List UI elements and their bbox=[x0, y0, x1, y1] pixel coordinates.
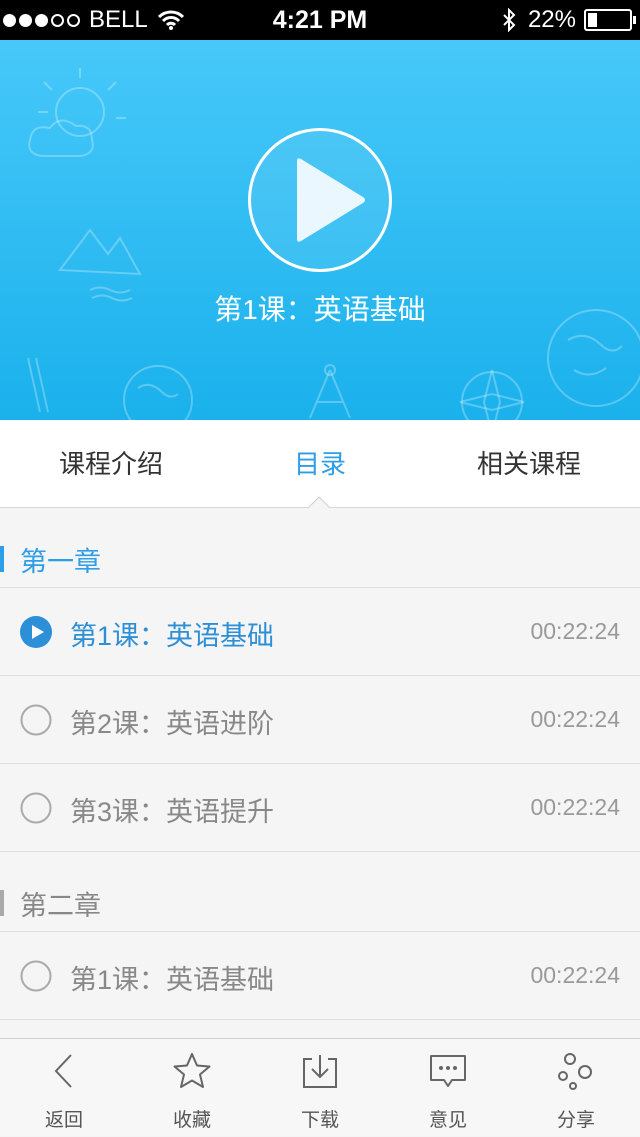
feedback-label: 意见 bbox=[428, 1110, 467, 1131]
lesson-title: 第1课：英语基础 bbox=[70, 621, 275, 651]
tab-course-intro[interactable]: 课程介绍 bbox=[0, 420, 222, 508]
chapter-title: 第二章 bbox=[20, 891, 101, 921]
tab-related-courses[interactable]: 相关课程 bbox=[418, 420, 640, 508]
lesson-duration: 00:22:24 bbox=[530, 962, 620, 988]
unplayed-circle-icon bbox=[20, 960, 52, 992]
lesson-title: 第2课：英语进阶 bbox=[70, 709, 275, 739]
download-label: 下载 bbox=[300, 1110, 339, 1131]
status-right: 22% bbox=[502, 6, 636, 34]
unplayed-circle-icon bbox=[20, 704, 52, 736]
playing-icon bbox=[20, 616, 52, 648]
lesson-duration: 00:22:24 bbox=[530, 794, 620, 820]
share-label: 分享 bbox=[556, 1110, 595, 1131]
battery-icon bbox=[584, 9, 636, 31]
lesson-item[interactable]: 第2课：英语进阶 00:22:24 bbox=[0, 676, 640, 764]
video-header: 第1课：英语基础 bbox=[0, 40, 640, 420]
feedback-button[interactable]: 意见 bbox=[384, 1039, 512, 1137]
lesson-item[interactable]: 第1课：英语基础 00:22:24 bbox=[0, 588, 640, 676]
play-video-button[interactable] bbox=[248, 128, 392, 272]
lesson-title: 第3课：英语提升 bbox=[70, 797, 275, 827]
lesson-title: 第1课：英语基础 bbox=[70, 965, 275, 995]
battery-percent: 22% bbox=[527, 6, 576, 33]
lesson-duration: 00:22:24 bbox=[530, 706, 620, 732]
favorite-button[interactable]: 收藏 bbox=[128, 1039, 256, 1137]
back-button[interactable]: 返回 bbox=[0, 1039, 128, 1137]
lesson-item[interactable]: 第1课：英语基础 00:22:24 bbox=[0, 932, 640, 1020]
feedback-icon bbox=[430, 1055, 466, 1087]
video-title: 第1课：英语基础 bbox=[214, 294, 426, 325]
star-icon bbox=[173, 1053, 211, 1088]
course-catalog-list: 第一章 第1课：英语基础 00:22:24 第2课：英语进阶 00:22:24 … bbox=[0, 508, 640, 1038]
status-bar: BELL 4:21 PM 22% bbox=[0, 0, 640, 40]
download-icon bbox=[303, 1055, 337, 1088]
back-label: 返回 bbox=[44, 1110, 83, 1131]
bluetooth-icon bbox=[503, 8, 516, 32]
back-icon bbox=[54, 1054, 72, 1088]
chapter-title: 第一章 bbox=[20, 547, 101, 577]
battery-fill bbox=[588, 13, 597, 27]
lesson-item[interactable]: 第3课：英语提升 00:22:24 bbox=[0, 764, 640, 852]
lesson-duration: 00:22:24 bbox=[530, 618, 620, 644]
chapter-header: 第一章 bbox=[0, 508, 640, 588]
bottom-toolbar: 返回 收藏 下载 意见 分享 bbox=[0, 1038, 640, 1136]
chapter-marker bbox=[0, 546, 4, 572]
share-button[interactable]: 分享 bbox=[512, 1039, 640, 1137]
favorite-label: 收藏 bbox=[172, 1110, 211, 1131]
chapter-header: 第二章 bbox=[0, 852, 640, 932]
play-icon bbox=[297, 158, 365, 242]
chapter-marker bbox=[0, 890, 4, 916]
share-icon bbox=[558, 1053, 592, 1090]
unplayed-circle-icon bbox=[20, 792, 52, 824]
download-button[interactable]: 下载 bbox=[256, 1039, 384, 1137]
